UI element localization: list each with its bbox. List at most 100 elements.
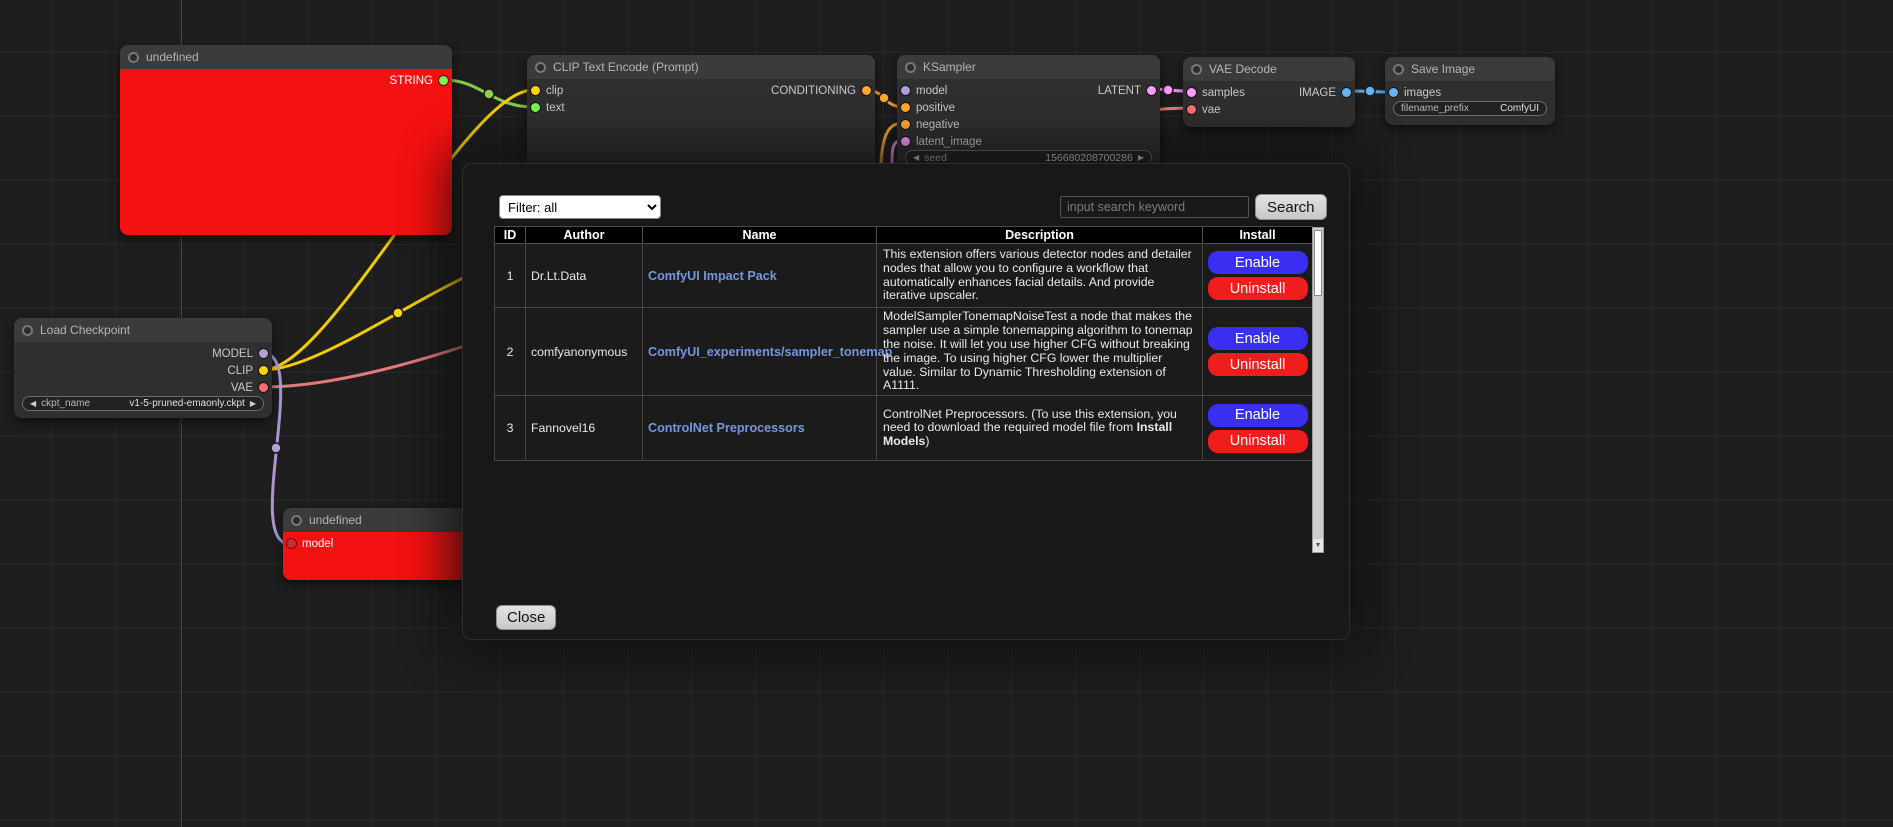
node-title-bar[interactable]: Save Image (1385, 57, 1555, 81)
link-midpoint-dot (1163, 85, 1173, 95)
node-title-bar[interactable]: undefined (283, 508, 483, 532)
cell-install: Enable Uninstall (1203, 396, 1313, 461)
next-value-icon[interactable]: ▶ (1138, 153, 1144, 162)
next-value-icon[interactable]: ▶ (250, 399, 256, 408)
cell-description: ControlNet Preprocessors. (To use this e… (877, 396, 1203, 461)
input-slot-label: model (916, 85, 947, 97)
enable-button[interactable]: Enable (1208, 404, 1308, 427)
widget-label: seed (924, 152, 947, 164)
header-id: ID (495, 227, 526, 244)
uninstall-button[interactable]: Uninstall (1208, 430, 1308, 453)
node-body: clip CONDITIONING text (527, 79, 875, 116)
node-title-bar[interactable]: CLIP Text Encode (Prompt) (527, 55, 875, 79)
input-slot-negative[interactable] (901, 120, 910, 129)
extensions-table: ID Author Name Description Install 1 Dr.… (494, 226, 1313, 461)
input-slot-positive[interactable] (901, 103, 910, 112)
collapse-dot-icon[interactable] (291, 515, 302, 526)
extension-link[interactable]: ComfyUI_experiments/sampler_tonemap (648, 345, 892, 359)
widget-value: 156680208700286 (1045, 152, 1133, 164)
table-row: 3 Fannovel16 ControlNet Preprocessors Co… (495, 396, 1313, 461)
input-slot-text[interactable] (531, 103, 540, 112)
graph-canvas[interactable]: undefined STRING CLIP Text Encode (Promp… (0, 0, 1893, 827)
collapse-dot-icon[interactable] (1191, 64, 1202, 75)
output-slot-label: CLIP (227, 365, 253, 377)
scrollbar-thumb[interactable] (1314, 230, 1322, 296)
widget-label: filename_prefix (1401, 103, 1469, 114)
filename-prefix-widget[interactable]: filename_prefix ComfyUI (1393, 101, 1547, 116)
close-button[interactable]: Close (496, 605, 556, 630)
input-slot-samples[interactable] (1187, 88, 1196, 97)
uninstall-button[interactable]: Uninstall (1208, 353, 1308, 376)
collapse-dot-icon[interactable] (1393, 64, 1404, 75)
collapse-dot-icon[interactable] (905, 62, 916, 73)
node-title-bar[interactable]: Load Checkpoint (14, 318, 272, 342)
node-body: images filename_prefix ComfyUI (1385, 81, 1555, 116)
output-slot-image[interactable] (1342, 88, 1351, 97)
description-text: ) (925, 434, 929, 448)
header-name: Name (643, 227, 877, 244)
cell-id: 3 (495, 396, 526, 461)
node-title-bar[interactable]: KSampler (897, 55, 1160, 79)
output-slot-model[interactable] (259, 349, 268, 358)
input-slot-vae[interactable] (1187, 105, 1196, 114)
search-button[interactable]: Search (1255, 194, 1327, 220)
prev-value-icon[interactable]: ◀ (913, 153, 919, 162)
cell-install: Enable Uninstall (1203, 308, 1313, 396)
collapse-dot-icon[interactable] (128, 52, 139, 63)
table-row: 1 Dr.Lt.Data ComfyUI Impact Pack This ex… (495, 244, 1313, 308)
enable-button[interactable]: Enable (1208, 327, 1308, 350)
link-midpoint-dot (1365, 86, 1375, 96)
input-slot-label: images (1404, 87, 1441, 99)
link-midpoint-dot (393, 308, 403, 318)
prev-value-icon[interactable]: ◀ (30, 399, 36, 408)
input-slot-clip[interactable] (531, 86, 540, 95)
link-midpoint-dot (484, 89, 494, 99)
cell-author: Fannovel16 (526, 396, 643, 461)
cell-author: Dr.Lt.Data (526, 244, 643, 308)
node-undefined-top[interactable]: undefined STRING (120, 45, 452, 235)
table-scrollbar[interactable]: ▼ (1312, 227, 1324, 553)
node-title: KSampler (923, 60, 976, 74)
node-title: Save Image (1411, 62, 1475, 76)
input-slot-label: latent_image (916, 136, 982, 148)
extension-link[interactable]: ComfyUI Impact Pack (648, 269, 777, 283)
search-input[interactable] (1060, 196, 1249, 218)
node-title-bar[interactable]: undefined (120, 45, 452, 69)
enable-button[interactable]: Enable (1208, 251, 1308, 274)
input-slot-images[interactable] (1389, 88, 1398, 97)
ckpt-name-widget[interactable]: ◀ ckpt_name v1-5-pruned-emaonly.ckpt ▶ (22, 396, 264, 411)
output-slot-clip[interactable] (259, 366, 268, 375)
filter-select[interactable]: Filter: all (499, 195, 661, 219)
output-slot-string[interactable] (439, 76, 448, 85)
collapse-dot-icon[interactable] (535, 62, 546, 73)
cell-name: ComfyUI_experiments/sampler_tonemap (643, 308, 877, 396)
input-slot-label: samples (1202, 87, 1245, 99)
node-title: CLIP Text Encode (Prompt) (553, 60, 699, 74)
scrollbar-down-arrow-icon[interactable]: ▼ (1313, 539, 1323, 552)
node-save-image[interactable]: Save Image images filename_prefix ComfyU… (1385, 57, 1555, 125)
output-slot-vae[interactable] (259, 383, 268, 392)
output-slot-latent[interactable] (1147, 86, 1156, 95)
header-description: Description (877, 227, 1203, 244)
node-load-checkpoint[interactable]: Load Checkpoint MODEL CLIP VAE (14, 318, 272, 418)
cell-author: comfyanonymous (526, 308, 643, 396)
node-body: samples IMAGE vae (1183, 81, 1355, 118)
uninstall-button[interactable]: Uninstall (1208, 277, 1308, 300)
output-slot-conditioning[interactable] (862, 86, 871, 95)
collapse-dot-icon[interactable] (22, 325, 33, 336)
node-undefined-bottom[interactable]: undefined model (283, 508, 483, 580)
extension-link[interactable]: ControlNet Preprocessors (648, 421, 805, 435)
cell-description: ModelSamplerTonemapNoiseTest a node that… (877, 308, 1203, 396)
node-vae-decode[interactable]: VAE Decode samples IMAGE vae (1183, 57, 1355, 127)
node-ksampler[interactable]: KSampler model LATENT positive (897, 55, 1160, 175)
input-slot-model[interactable] (287, 539, 296, 548)
input-slot-model[interactable] (901, 86, 910, 95)
cell-name: ComfyUI Impact Pack (643, 244, 877, 308)
node-title: undefined (309, 513, 362, 527)
input-slot-latent-image[interactable] (901, 137, 910, 146)
node-body: model (283, 532, 483, 580)
node-body: STRING (120, 69, 452, 235)
output-slot-label: LATENT (1098, 85, 1141, 97)
node-clip-text-encode[interactable]: CLIP Text Encode (Prompt) clip CONDITION… (527, 55, 875, 175)
node-title-bar[interactable]: VAE Decode (1183, 57, 1355, 81)
